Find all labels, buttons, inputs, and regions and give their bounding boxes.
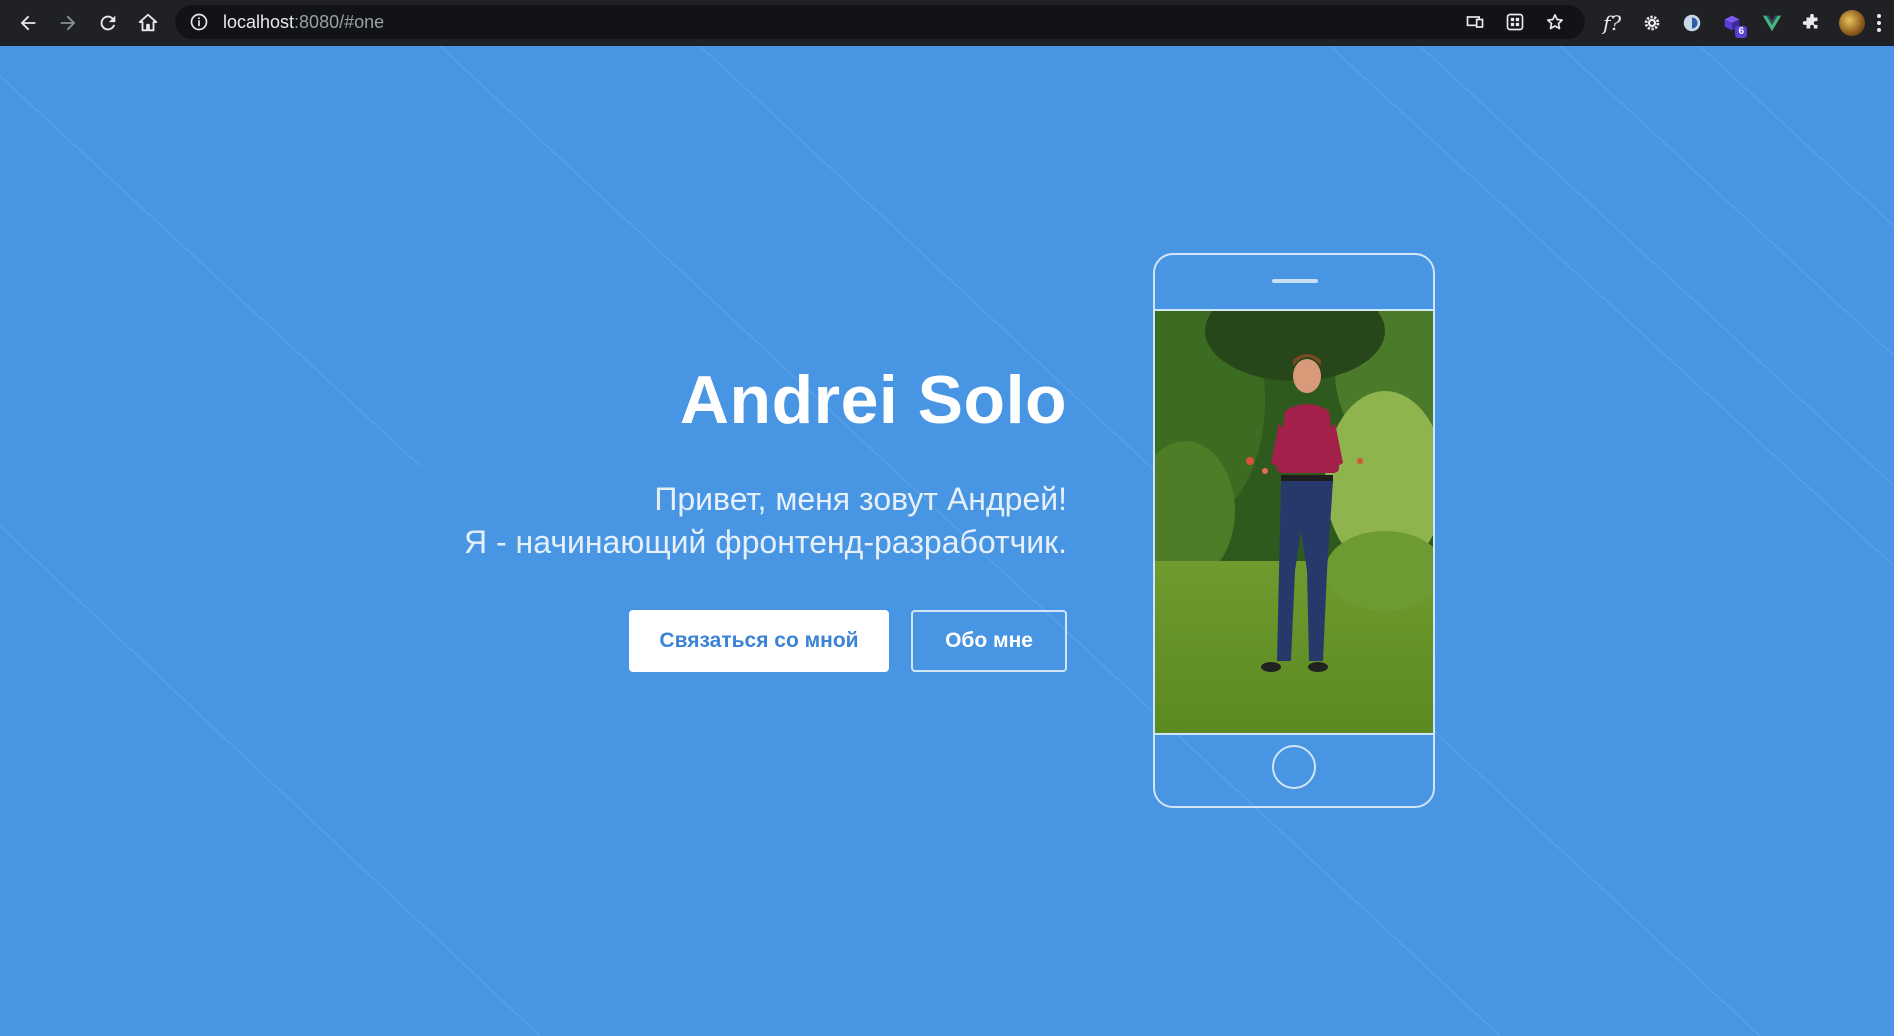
bookmark-button[interactable] bbox=[1535, 5, 1575, 39]
contact-me-button[interactable]: Связаться со мной bbox=[629, 610, 889, 672]
vertical-dots-icon bbox=[1877, 14, 1881, 32]
arrow-left-icon bbox=[20, 15, 36, 31]
extension-vue[interactable] bbox=[1752, 0, 1792, 46]
back-button[interactable] bbox=[8, 0, 48, 46]
star-icon bbox=[1547, 14, 1563, 30]
hero-section: Andrei Solo Привет, меня зовут Андрей! Я… bbox=[0, 46, 1894, 1036]
hero-title: Andrei Solo bbox=[679, 362, 1067, 438]
browser-menu-button[interactable] bbox=[1872, 0, 1886, 46]
extension-badge: 6 bbox=[1735, 26, 1747, 38]
reload-icon bbox=[100, 15, 116, 31]
extensions-button[interactable] bbox=[1792, 0, 1832, 46]
address-bar[interactable]: localhost:8080/#one bbox=[175, 5, 1585, 39]
url-path: :8080/#one bbox=[294, 11, 385, 32]
forward-button[interactable] bbox=[48, 0, 88, 46]
hero-subtitle-line-2: Я - начинающий фронтенд-разработчик. bbox=[464, 524, 1067, 560]
phone-home-button bbox=[1272, 745, 1316, 789]
gear-icon bbox=[1644, 15, 1660, 31]
home-button[interactable] bbox=[128, 0, 168, 46]
about-me-button[interactable]: Обо мне bbox=[911, 610, 1067, 672]
url-text: localhost:8080/#one bbox=[223, 12, 384, 33]
extension-gear[interactable] bbox=[1632, 0, 1672, 46]
cast-button[interactable] bbox=[1455, 5, 1495, 39]
hero-subtitle: Привет, меня зовут Андрей! Я - начинающи… bbox=[464, 478, 1067, 564]
phone-mockup bbox=[1153, 253, 1435, 808]
hero-subtitle-line-1: Привет, меня зовут Андрей! bbox=[654, 481, 1067, 517]
extension-badged[interactable]: 6 bbox=[1712, 0, 1752, 46]
hero-buttons: Связаться со мной Обо мне bbox=[464, 610, 1067, 672]
profile-button[interactable] bbox=[1832, 0, 1872, 46]
circle-extension-icon bbox=[1683, 14, 1701, 32]
extension-fx[interactable]: f? bbox=[1592, 0, 1632, 46]
puzzle-icon bbox=[1802, 13, 1818, 29]
cast-icon bbox=[1466, 16, 1484, 28]
profile-photo bbox=[1155, 309, 1433, 735]
fx-label: f? bbox=[1602, 11, 1622, 35]
qr-code-icon bbox=[1506, 13, 1524, 31]
omnibox-actions bbox=[1455, 5, 1575, 39]
qr-code-button[interactable] bbox=[1495, 5, 1535, 39]
hero-text-block: Andrei Solo Привет, меня зовут Андрей! Я… bbox=[464, 366, 1067, 672]
url-host: localhost bbox=[223, 11, 295, 32]
extension-round[interactable] bbox=[1672, 0, 1712, 46]
arrow-right-icon bbox=[60, 15, 76, 31]
reload-button[interactable] bbox=[88, 0, 128, 46]
person-photo-illustration bbox=[1155, 311, 1433, 733]
info-icon[interactable] bbox=[189, 12, 209, 32]
vue-icon bbox=[1762, 15, 1782, 32]
browser-toolbar: localhost:8080/#one f? 6 bbox=[0, 0, 1894, 46]
phone-speaker bbox=[1272, 279, 1318, 283]
profile-avatar bbox=[1839, 10, 1865, 36]
extensions-area: f? 6 bbox=[1592, 0, 1886, 46]
home-icon bbox=[138, 13, 158, 32]
